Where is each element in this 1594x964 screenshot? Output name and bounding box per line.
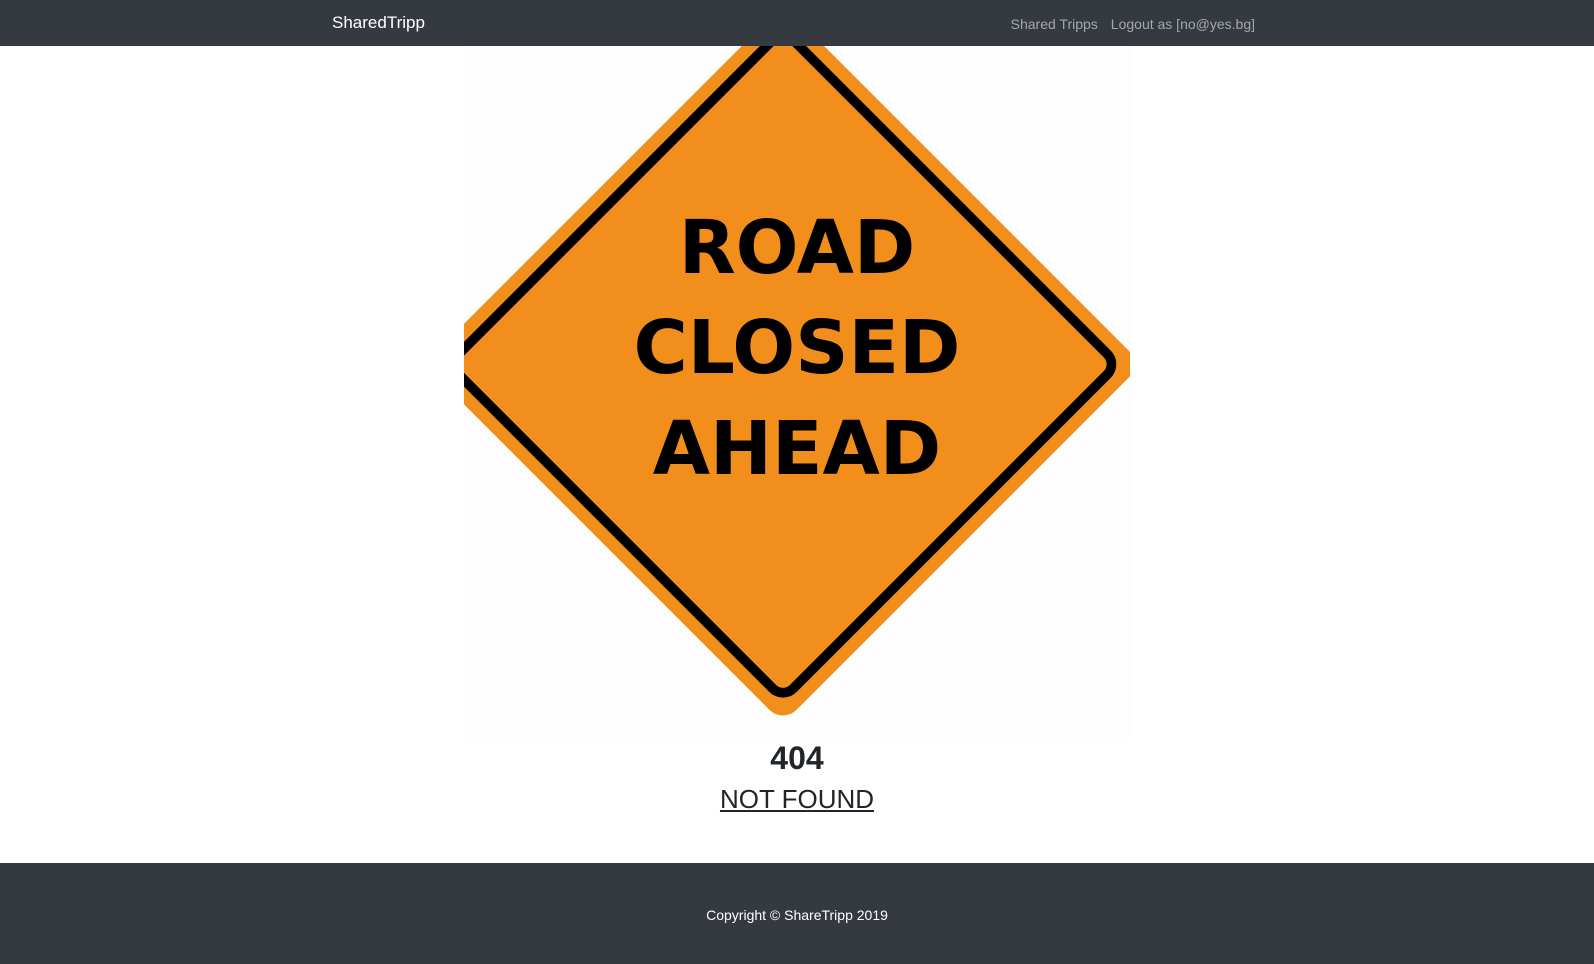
copyright-text: Copyright © ShareTripp 2019 bbox=[706, 907, 888, 923]
error-message-wrap: NOT FOUND bbox=[0, 784, 1594, 815]
sign-line-road: ROAD bbox=[679, 205, 916, 291]
not-found-link[interactable]: NOT FOUND bbox=[720, 784, 874, 814]
footer: Copyright © ShareTripp 2019 bbox=[0, 863, 1594, 964]
error-image-area: ROAD CLOSED AHEAD bbox=[464, 46, 1130, 738]
nav-links: Shared Tripps Logout as [no@yes.bg] bbox=[1011, 16, 1255, 32]
error-code: 404 bbox=[770, 740, 824, 776]
road-closed-sign-image: ROAD CLOSED AHEAD bbox=[464, 46, 1130, 716]
logout-link[interactable]: Logout as [no@yes.bg] bbox=[1111, 16, 1255, 32]
sign-line-ahead: AHEAD bbox=[653, 406, 941, 492]
shared-tripps-link[interactable]: Shared Tripps bbox=[1011, 16, 1098, 32]
navbar: SharedTripp Shared Tripps Logout as [no@… bbox=[0, 0, 1594, 46]
brand-link[interactable]: SharedTripp bbox=[332, 13, 425, 33]
sign-line-closed: CLOSED bbox=[633, 305, 960, 391]
